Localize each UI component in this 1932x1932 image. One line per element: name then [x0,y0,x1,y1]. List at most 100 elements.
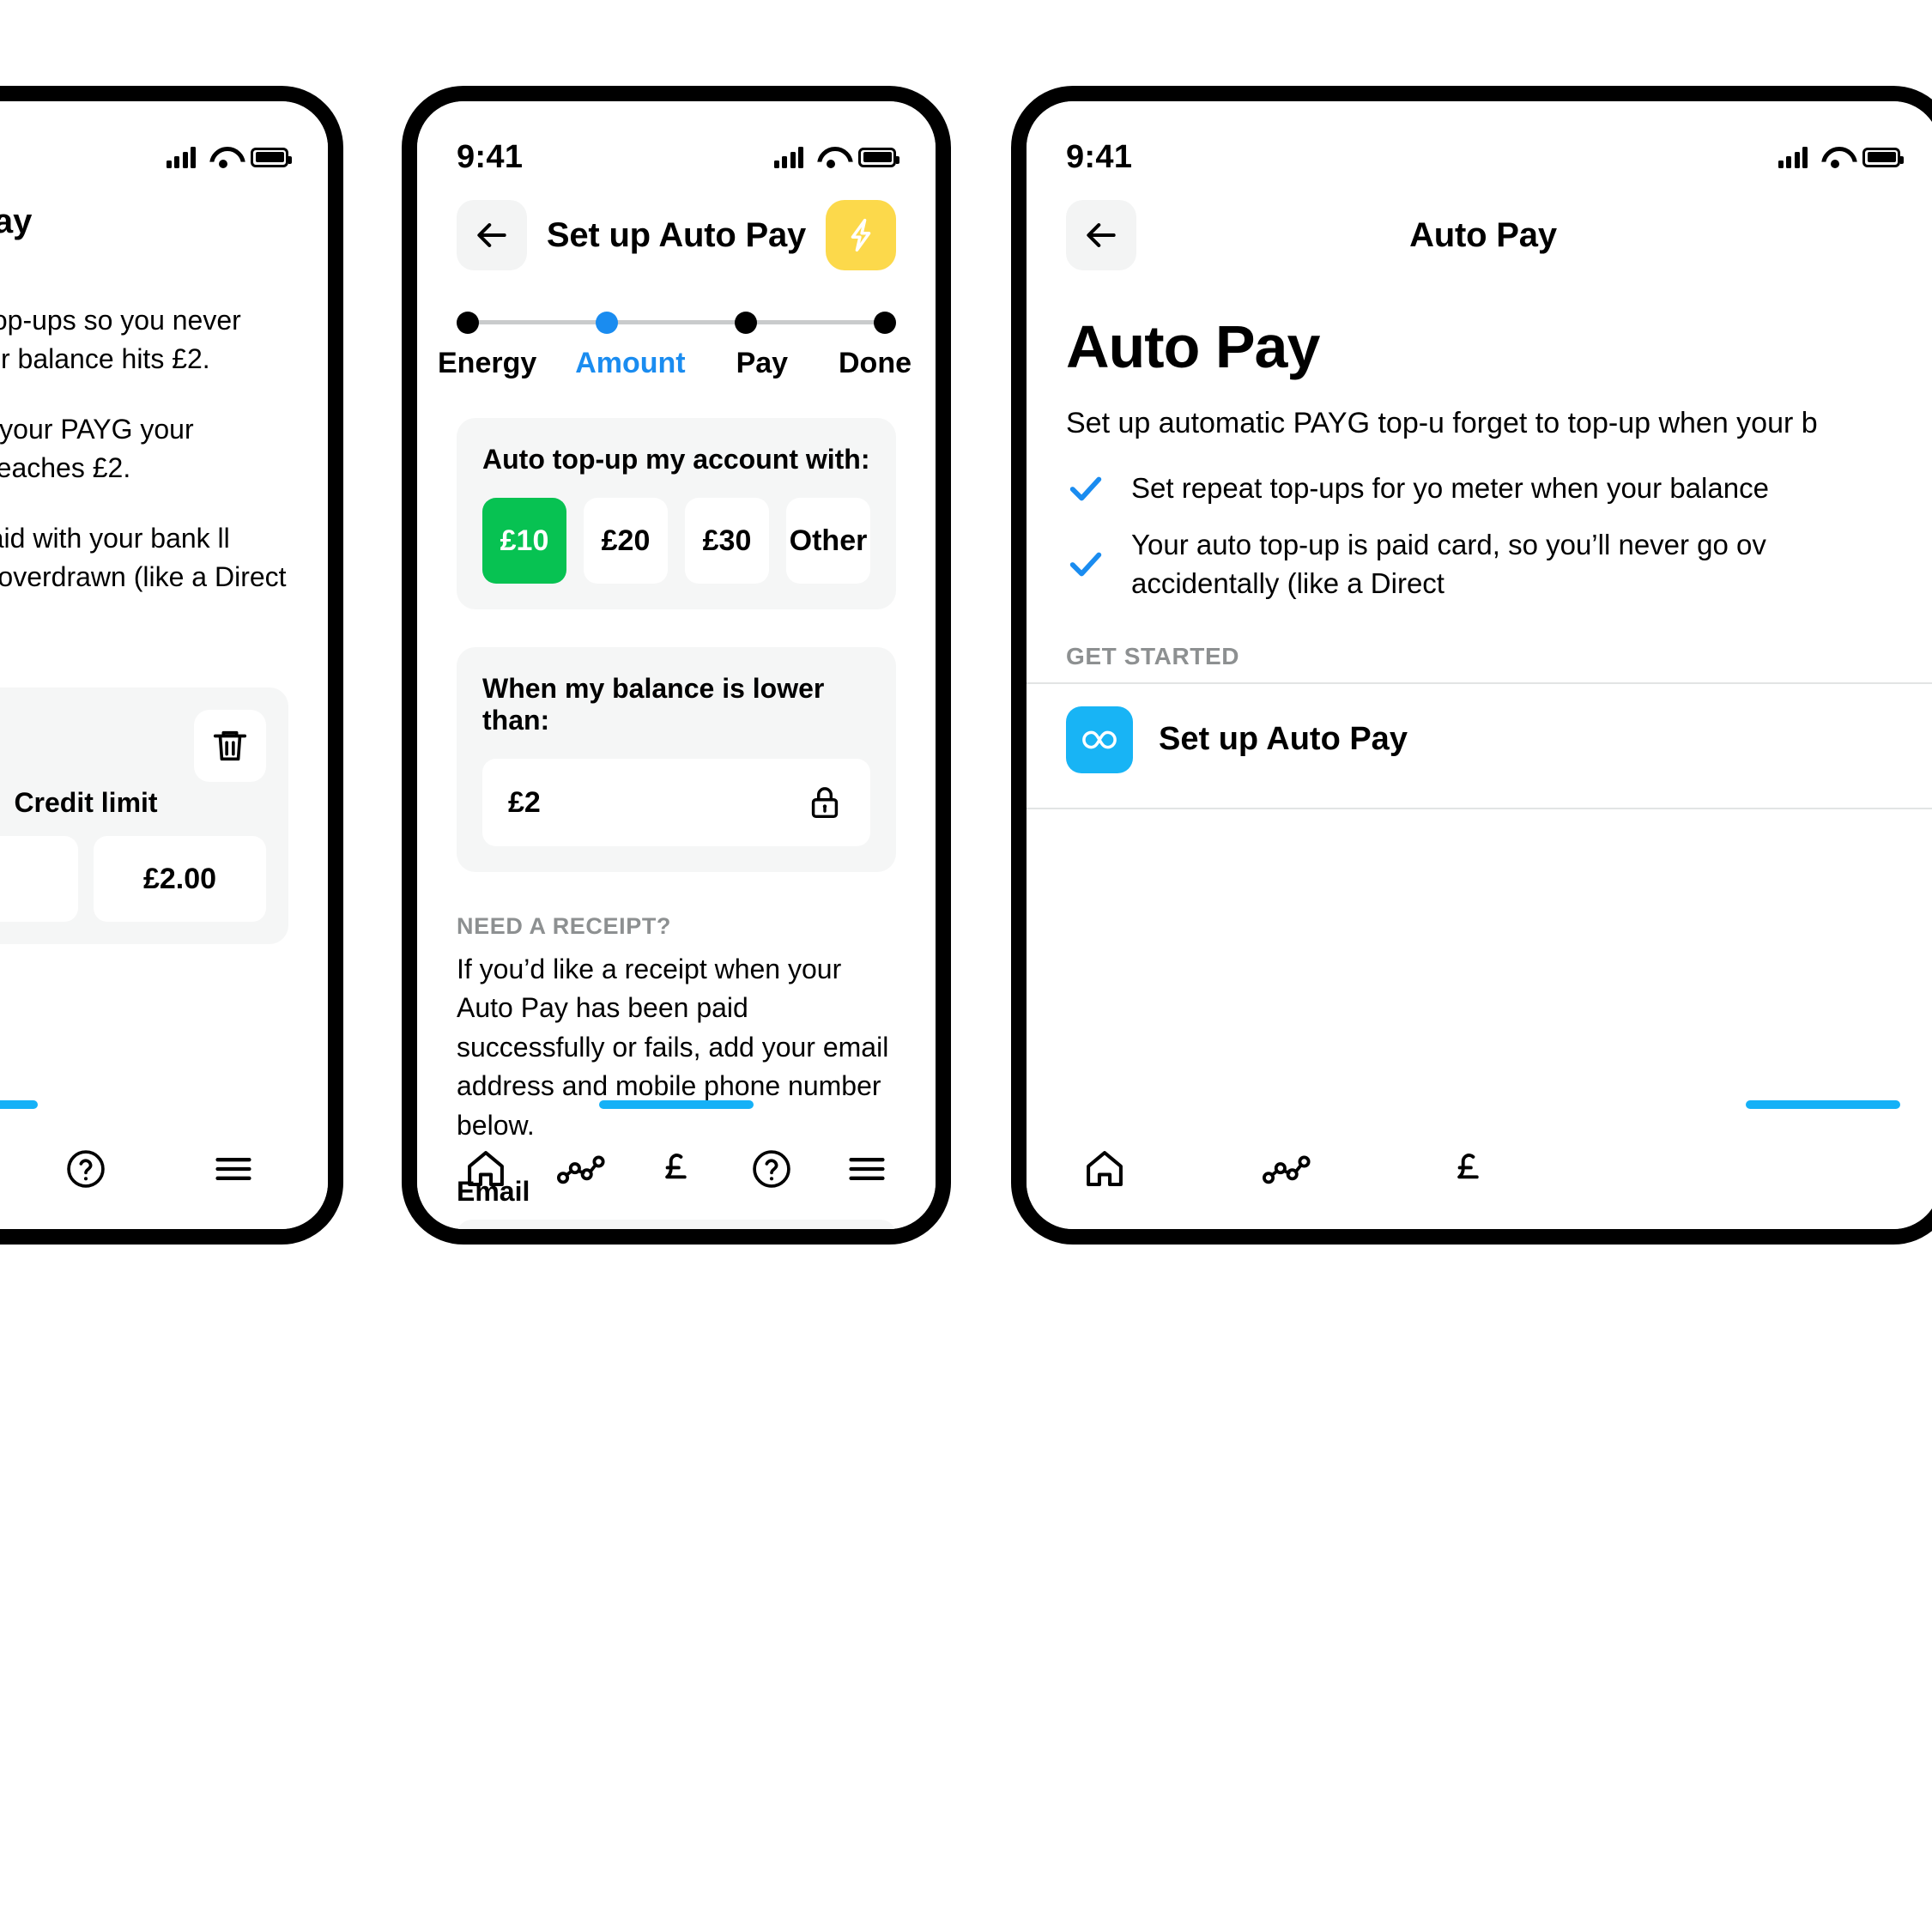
home-icon[interactable] [459,1142,512,1196]
stepper-dot-amount[interactable] [596,312,618,334]
right-nav-bar: Auto Pay [1027,180,1932,275]
left-bottom-bar [0,1100,328,1229]
right-tab-bar [1027,1109,1932,1229]
center-bottom-bar [417,1100,936,1229]
center-tab-bar [417,1109,936,1229]
stepper-track [457,311,896,335]
right-nav-title: Auto Pay [1409,215,1557,254]
topup-amount-card: Auto top-up my account with: £10 £20 £30… [457,418,896,609]
right-status-bar: 9:41 [1027,101,1932,180]
amount-option-other[interactable]: Other [786,498,870,584]
stepper-label-done[interactable]: Done [839,347,911,380]
left-page-title: Auto Pay [0,203,33,240]
get-started-kicker: GET STARTED [1066,642,1240,669]
amount-option-20[interactable]: £20 [584,498,668,584]
stepper-dot-energy[interactable] [457,312,479,334]
wifi-icon [209,147,237,168]
battery-icon [251,147,292,167]
right-status-icons [1778,146,1904,168]
stepper-label-energy[interactable]: Energy [438,347,536,380]
left-status-bar [0,101,328,180]
balance-threshold-card: When my balance is lower than: £2 [457,647,896,872]
center-nav-title: Set up Auto Pay [546,215,807,254]
right-status-time: 9:41 [1066,138,1133,175]
left-tab-bar [0,1109,328,1229]
center-stepper: Energy Amount Pay Done [417,275,936,380]
divider-bottom [1027,807,1932,809]
stepper-label-pay[interactable]: Pay [736,347,789,380]
center-status-time: 9:41 [457,138,524,175]
signal-bars-icon [166,146,196,168]
usage-graph-icon[interactable] [554,1142,608,1196]
back-arrow-icon[interactable] [457,200,527,270]
pound-icon[interactable] [650,1142,703,1196]
stepper-dots [457,312,896,334]
list-item: Set repeat top-ups for yo meter when you… [1066,469,1900,508]
receipt-kicker: NEED A RECEIPT? [457,913,672,939]
check-icon [1066,469,1105,508]
left-paragraph-2: p-ups for your PAYG your balance reaches… [0,413,194,484]
wifi-icon [817,147,845,168]
stepper-dot-done[interactable] [874,312,896,334]
wifi-icon [1821,147,1849,168]
right-intro-text: Set up automatic PAYG top-u forget to to… [1066,407,1818,439]
trash-icon[interactable] [194,710,266,783]
home-icon[interactable] [1078,1142,1131,1196]
screenshot-canvas: Auto Pay c PAYG top-ups so you never whe… [0,0,1932,1932]
left-card-field-blank[interactable] [0,836,78,923]
left-paragraph-1: c PAYG top-ups so you never when your ba… [0,305,241,375]
menu-icon[interactable] [207,1142,260,1196]
signal-bars-icon [773,146,803,168]
left-paragraph-3: p-up is paid with your bank ll never go … [0,522,287,593]
center-home-indicator [599,1100,754,1109]
infinity-icon [1066,706,1133,773]
battery-icon [1862,147,1904,167]
threshold-value-field[interactable]: £2 [482,759,870,846]
lock-icon [805,783,845,822]
left-card-value[interactable]: £2.00 [94,836,266,923]
battery-icon [858,147,899,167]
left-card-actions [0,710,266,783]
left-status-icons [166,146,292,168]
stepper-label-amount[interactable]: Amount [575,347,685,380]
right-screen: 9:41 Auto Pay Auto Pay Set up automatic … [1027,101,1932,1229]
back-arrow-icon[interactable] [1066,200,1136,270]
topup-card-title: Auto top-up my account with: [482,444,870,475]
list-item: Your auto top-up is paid card, so you’ll… [1066,525,1900,603]
center-nav-bar: Set up Auto Pay [417,180,936,275]
benefit-text-1: Set repeat top-ups for yo meter when you… [1131,471,1769,504]
benefit-text-2: Your auto top-up is paid card, so you’ll… [1131,528,1766,600]
amount-option-10[interactable]: £10 [482,498,566,584]
menu-icon[interactable] [840,1142,893,1196]
lightning-bolt-icon[interactable] [826,200,896,270]
right-bottom-bar [1027,1100,1932,1229]
right-home-indicator [1746,1100,1900,1109]
signal-bars-icon [1778,146,1808,168]
left-card-label: Credit limit [14,787,158,819]
center-screen: 9:41 Set up Auto Pay Energy Amount Pay D… [417,101,936,1229]
check-icon [1066,544,1105,584]
stepper-dot-pay[interactable] [735,312,757,334]
pound-icon[interactable] [1442,1142,1495,1196]
center-status-icons [773,146,899,168]
phone-mockup-right: 9:41 Auto Pay Auto Pay Set up automatic … [1011,86,1932,1245]
get-started-row-label: Set up Auto Pay [1159,721,1408,758]
threshold-card-title: When my balance is lower than: [482,673,825,736]
get-started-row-setup-auto-pay[interactable]: Set up Auto Pay [1027,684,1932,796]
phone-mockup-center: 9:41 Set up Auto Pay Energy Amount Pay D… [402,86,951,1245]
right-benefits-list: Set repeat top-ups for yo meter when you… [1027,445,1932,603]
left-card-fields: £2.00 [0,836,266,923]
center-status-bar: 9:41 [417,101,936,180]
help-icon[interactable] [745,1142,798,1196]
right-page-heading: Auto Pay [1066,313,1320,380]
help-icon[interactable] [59,1142,112,1196]
left-home-indicator [0,1100,38,1109]
amount-option-30[interactable]: £30 [685,498,769,584]
topup-amount-options: £10 £20 £30 Other [482,498,870,584]
left-credit-limit-card: Credit limit £2.00 [0,687,288,945]
threshold-value: £2 [508,785,541,819]
stepper-labels: Energy Amount Pay Done [438,347,911,380]
phone-mockup-left: Auto Pay c PAYG top-ups so you never whe… [0,86,343,1245]
left-screen: Auto Pay c PAYG top-ups so you never whe… [0,101,328,1229]
usage-graph-icon[interactable] [1260,1142,1313,1196]
